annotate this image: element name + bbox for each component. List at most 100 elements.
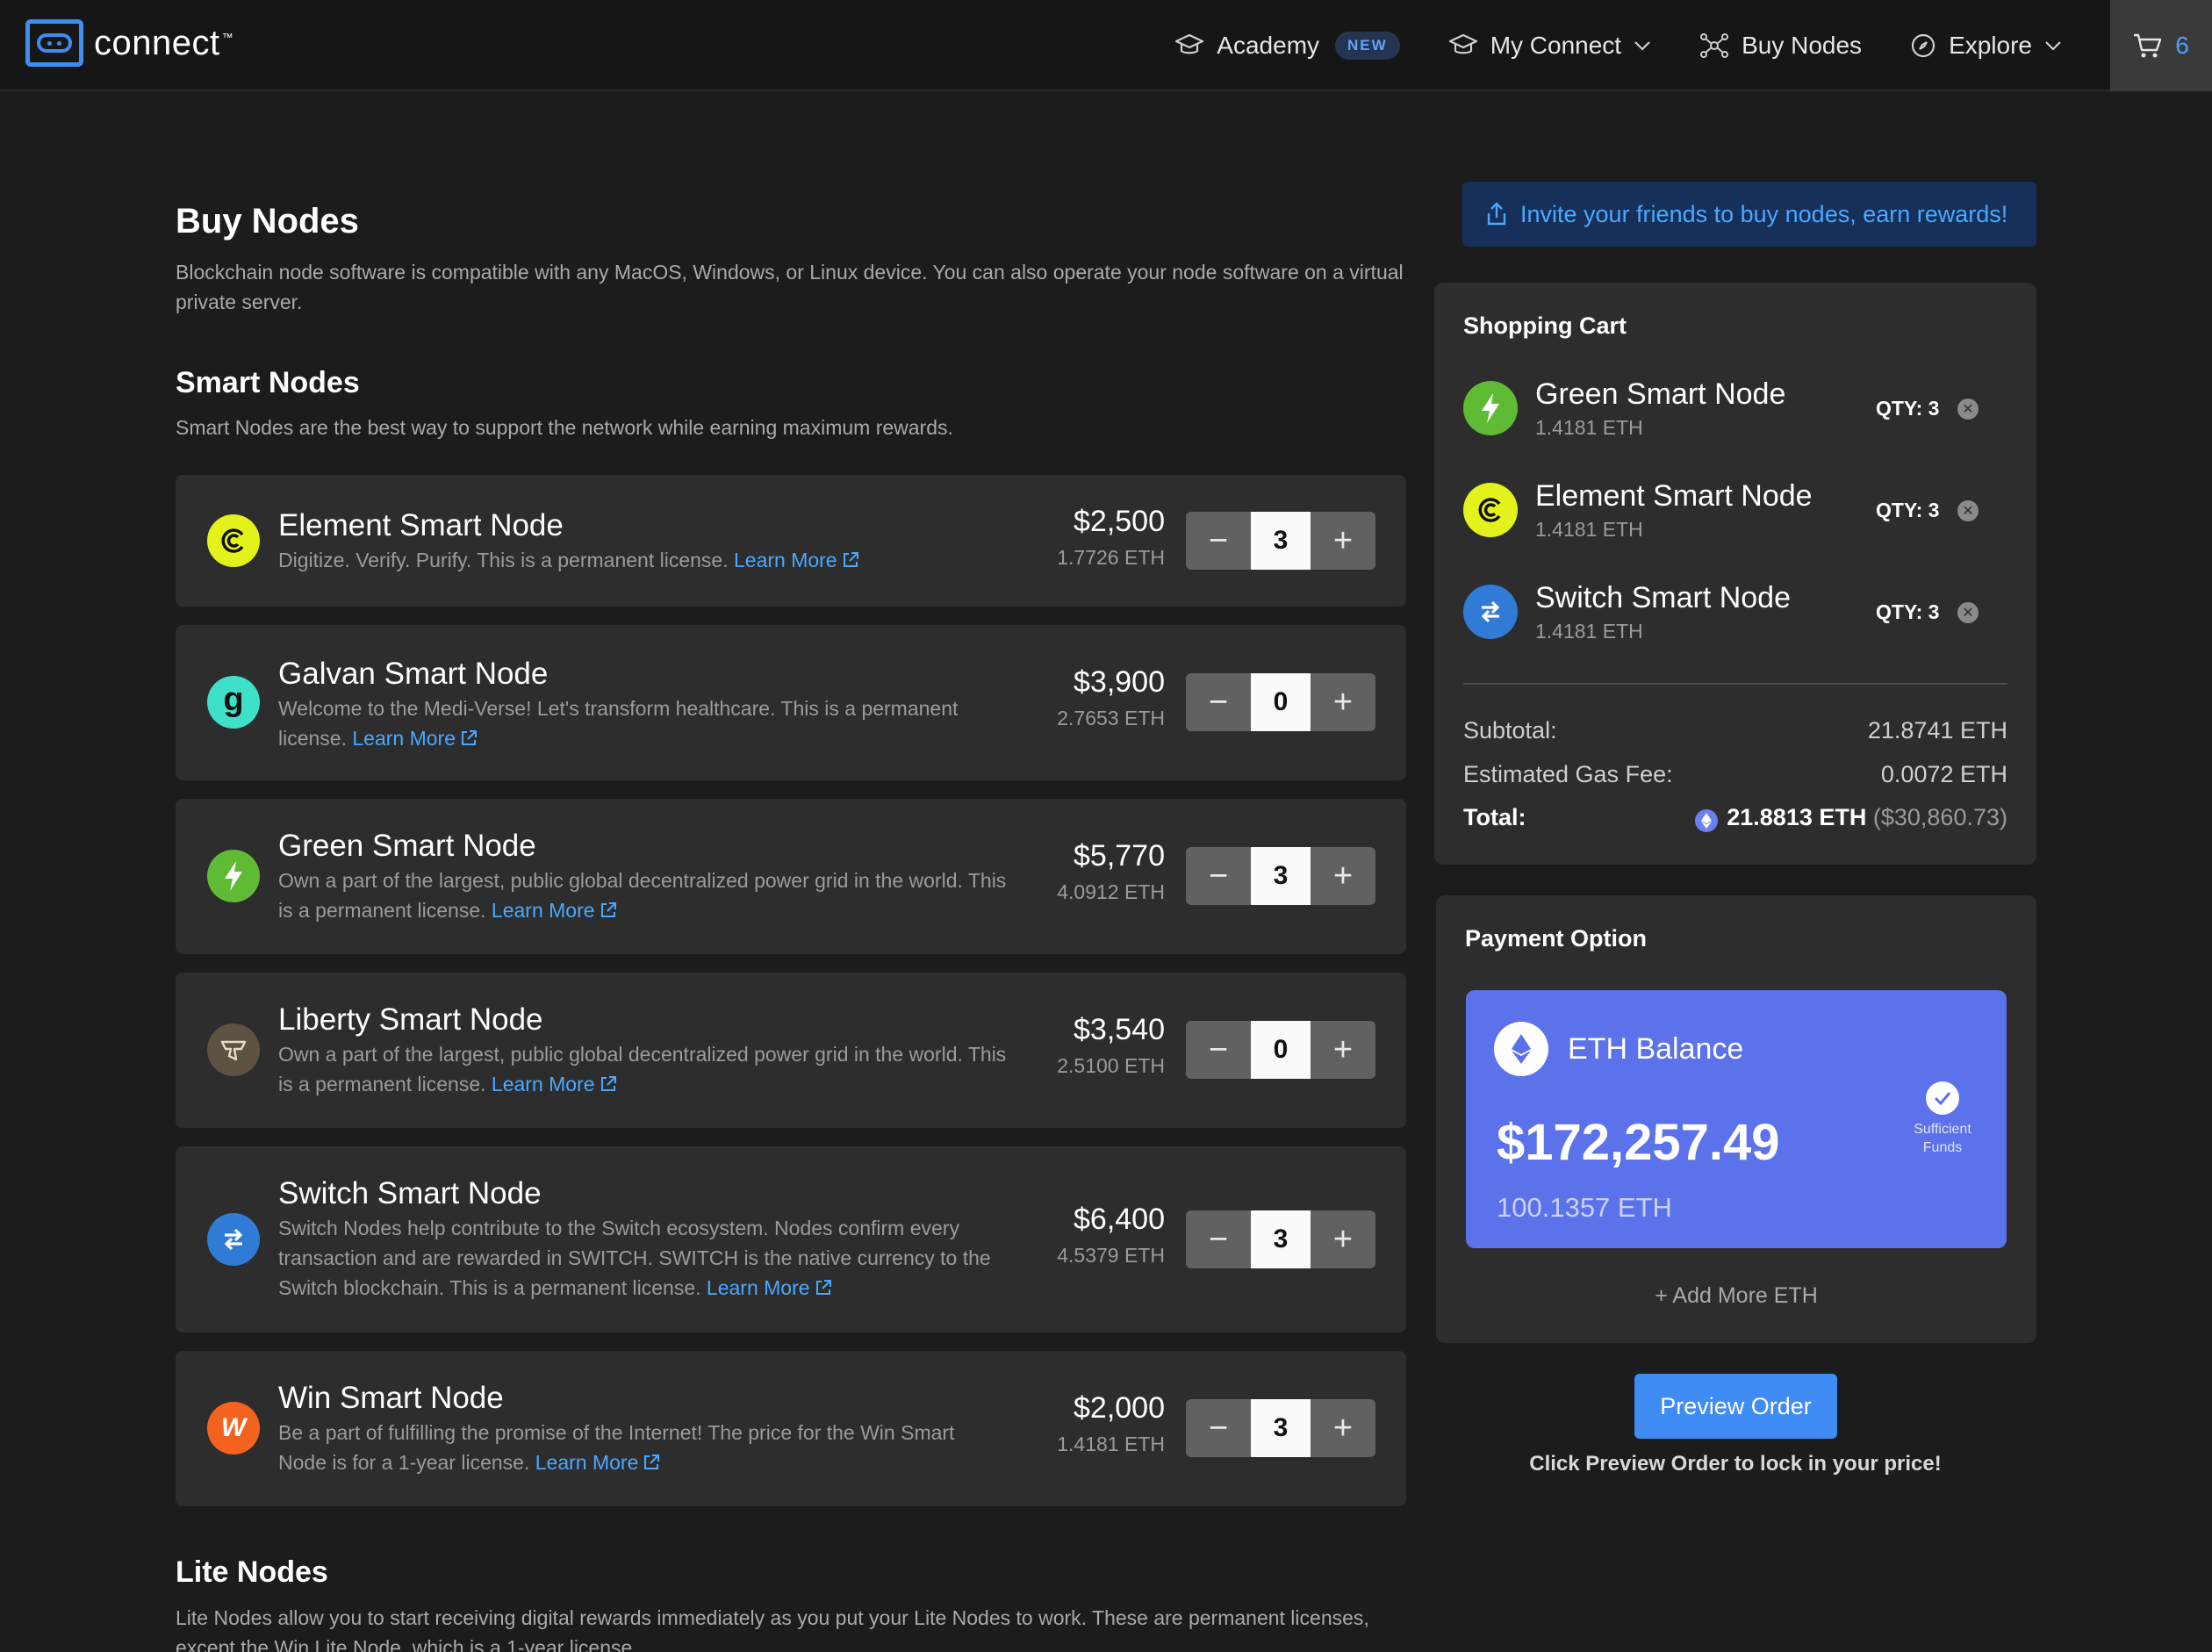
cart-item-qty: QTY: 3 <box>1876 600 1940 623</box>
product-card-element: Element Smart Node Digitize. Verify. Pur… <box>176 475 1406 607</box>
nav-explore[interactable]: Explore <box>1910 32 2062 60</box>
product-card-green: Green Smart Node Own a part of the large… <box>176 799 1406 954</box>
learn-more-link[interactable]: Learn More <box>492 899 618 922</box>
galvan-icon: g <box>207 676 260 729</box>
balance-eth: 100.1357 ETH <box>1497 1192 1672 1223</box>
preview-order-note: Click Preview Order to lock in your pric… <box>1529 1452 1942 1476</box>
eth-balance-card[interactable]: ETH Balance $172,257.49 100.1357 ETH Suf… <box>1466 990 2007 1248</box>
nav-buy-nodes[interactable]: Buy Nodes <box>1699 32 1862 60</box>
preview-order-button[interactable]: Preview Order <box>1634 1374 1837 1439</box>
remove-item-icon[interactable]: ✕ <box>1957 500 1979 521</box>
gas-fee-row: Estimated Gas Fee: 0.0072 ETH <box>1463 761 2007 787</box>
main-content: Buy Nodes Blockchain node software is co… <box>176 202 1406 317</box>
increment-button[interactable]: + <box>1311 512 1375 570</box>
nav-academy[interactable]: Academy NEW <box>1174 32 1400 60</box>
product-price: $2,500 1.7726 ETH <box>1057 505 1165 569</box>
connect-logo[interactable]: connect ™ <box>25 19 233 67</box>
top-nav: connect ™ Academy NEW My Connect Buy Node… <box>0 0 2212 91</box>
cart-item-eth: 1.4181 ETH <box>1535 620 1643 643</box>
quantity-stepper: − 3 + <box>1186 847 1375 905</box>
quantity-stepper: − 0 + <box>1186 673 1375 731</box>
lite-nodes-title: Lite Nodes <box>176 1555 328 1589</box>
cart-item-name: Green Smart Node <box>1535 377 1786 411</box>
product-name: Liberty Smart Node <box>278 1002 543 1037</box>
payment-title: Payment Option <box>1465 925 1648 952</box>
remove-item-icon[interactable]: ✕ <box>1957 399 1979 420</box>
liberty-icon <box>207 1024 260 1076</box>
learn-more-link[interactable]: Learn More <box>535 1451 662 1474</box>
product-card-win: W Win Smart Node Be a part of fulfilling… <box>176 1351 1406 1506</box>
invite-banner[interactable]: Invite your friends to buy nodes, earn r… <box>1462 182 2036 247</box>
add-more-eth-button[interactable]: + Add More ETH <box>1436 1283 2036 1309</box>
quantity-input[interactable]: 3 <box>1251 1399 1311 1457</box>
cart-item-eth: 1.4181 ETH <box>1535 416 1643 439</box>
quantity-input[interactable]: 3 <box>1251 1210 1311 1268</box>
product-price: $3,900 2.7653 ETH <box>1057 665 1165 729</box>
cart-button[interactable]: 6 <box>2110 0 2212 91</box>
product-name: Galvan Smart Node <box>278 657 549 691</box>
new-badge: NEW <box>1335 32 1400 60</box>
decrement-button[interactable]: − <box>1186 1210 1251 1268</box>
remove-item-icon[interactable]: ✕ <box>1957 602 1979 623</box>
learn-more-link[interactable]: Learn More <box>352 727 478 750</box>
nav-menu: Academy NEW My Connect Buy Nodes Explore… <box>1174 0 2212 91</box>
page-title: Buy Nodes <box>176 202 359 241</box>
balance-usd: $172,257.49 <box>1497 1114 1780 1171</box>
product-price: $2,000 1.4181 ETH <box>1057 1391 1165 1455</box>
product-description: Digitize. Verify. Purify. This is a perm… <box>278 545 1007 575</box>
decrement-button[interactable]: − <box>1186 512 1251 570</box>
cart-item-eth: 1.4181 ETH <box>1535 518 1643 541</box>
cart-count: 6 <box>2175 32 2189 59</box>
cart-item-qty: QTY: 3 <box>1876 397 1940 420</box>
cart-item: Switch Smart Node 1.4181 ETH QTY: 3 ✕ <box>1463 581 1979 643</box>
payment-panel: Payment Option ETH Balance $172,257.49 1… <box>1436 895 2036 1343</box>
quantity-input[interactable]: 3 <box>1251 847 1311 905</box>
ethereum-icon <box>1494 1022 1548 1076</box>
bolt-icon <box>207 850 260 902</box>
external-link-icon <box>600 902 616 917</box>
product-name: Win Smart Node <box>278 1381 504 1415</box>
chevron-down-icon <box>1634 41 1650 51</box>
nav-my-connect-label: My Connect <box>1490 32 1622 59</box>
learn-more-link[interactable]: Learn More <box>492 1073 618 1095</box>
decrement-button[interactable]: − <box>1186 1399 1251 1457</box>
quantity-input[interactable]: 3 <box>1251 512 1311 570</box>
increment-button[interactable]: + <box>1311 673 1375 731</box>
external-link-icon <box>462 730 477 745</box>
external-link-icon <box>644 1454 660 1469</box>
product-description: Welcome to the Medi-Verse! Let's transfo… <box>278 697 959 750</box>
ethereum-icon <box>1695 809 1719 832</box>
eth-balance-title: ETH Balance <box>1568 1032 1744 1066</box>
decrement-button[interactable]: − <box>1186 1021 1251 1079</box>
external-link-icon <box>600 1076 616 1091</box>
switch-icon <box>1463 585 1518 639</box>
smart-nodes-description: Smart Nodes are the best way to support … <box>176 416 953 439</box>
nodes-icon <box>1700 33 1729 58</box>
quantity-stepper: − 3 + <box>1186 1399 1375 1457</box>
cart-item-qty: QTY: 3 <box>1876 499 1940 521</box>
decrement-button[interactable]: − <box>1186 847 1251 905</box>
increment-button[interactable]: + <box>1311 1210 1375 1268</box>
cart-item-name: Element Smart Node <box>1535 479 1813 513</box>
learn-more-link[interactable]: Learn More <box>734 549 860 571</box>
cart-item: Element Smart Node 1.4181 ETH QTY: 3 ✕ <box>1463 479 1979 541</box>
nav-my-connect[interactable]: My Connect <box>1448 32 1651 60</box>
increment-button[interactable]: + <box>1311 1399 1375 1457</box>
page-description: Blockchain node software is compatible w… <box>176 261 1404 313</box>
external-link-icon <box>815 1280 831 1295</box>
smart-nodes-title: Smart Nodes <box>176 366 360 399</box>
product-card-liberty: Liberty Smart Node Own a part of the lar… <box>176 973 1406 1128</box>
cart-item: Green Smart Node 1.4181 ETH QTY: 3 ✕ <box>1463 377 1979 439</box>
total-row: Total: 21.8813 ETH ($30,860.73) <box>1463 804 2007 832</box>
quantity-input[interactable]: 0 <box>1251 1021 1311 1079</box>
graduation-cap-icon <box>1448 33 1477 54</box>
decrement-button[interactable]: − <box>1186 673 1251 731</box>
learn-more-link[interactable]: Learn More <box>707 1276 833 1299</box>
sufficient-funds-label: Sufficient Funds <box>1914 1122 1971 1155</box>
quantity-input[interactable]: 0 <box>1251 673 1311 731</box>
win-icon: W <box>207 1402 260 1454</box>
product-description: Own a part of the largest, public global… <box>278 1043 1007 1095</box>
cart-item-name: Switch Smart Node <box>1535 581 1791 614</box>
increment-button[interactable]: + <box>1311 1021 1375 1079</box>
increment-button[interactable]: + <box>1311 847 1375 905</box>
